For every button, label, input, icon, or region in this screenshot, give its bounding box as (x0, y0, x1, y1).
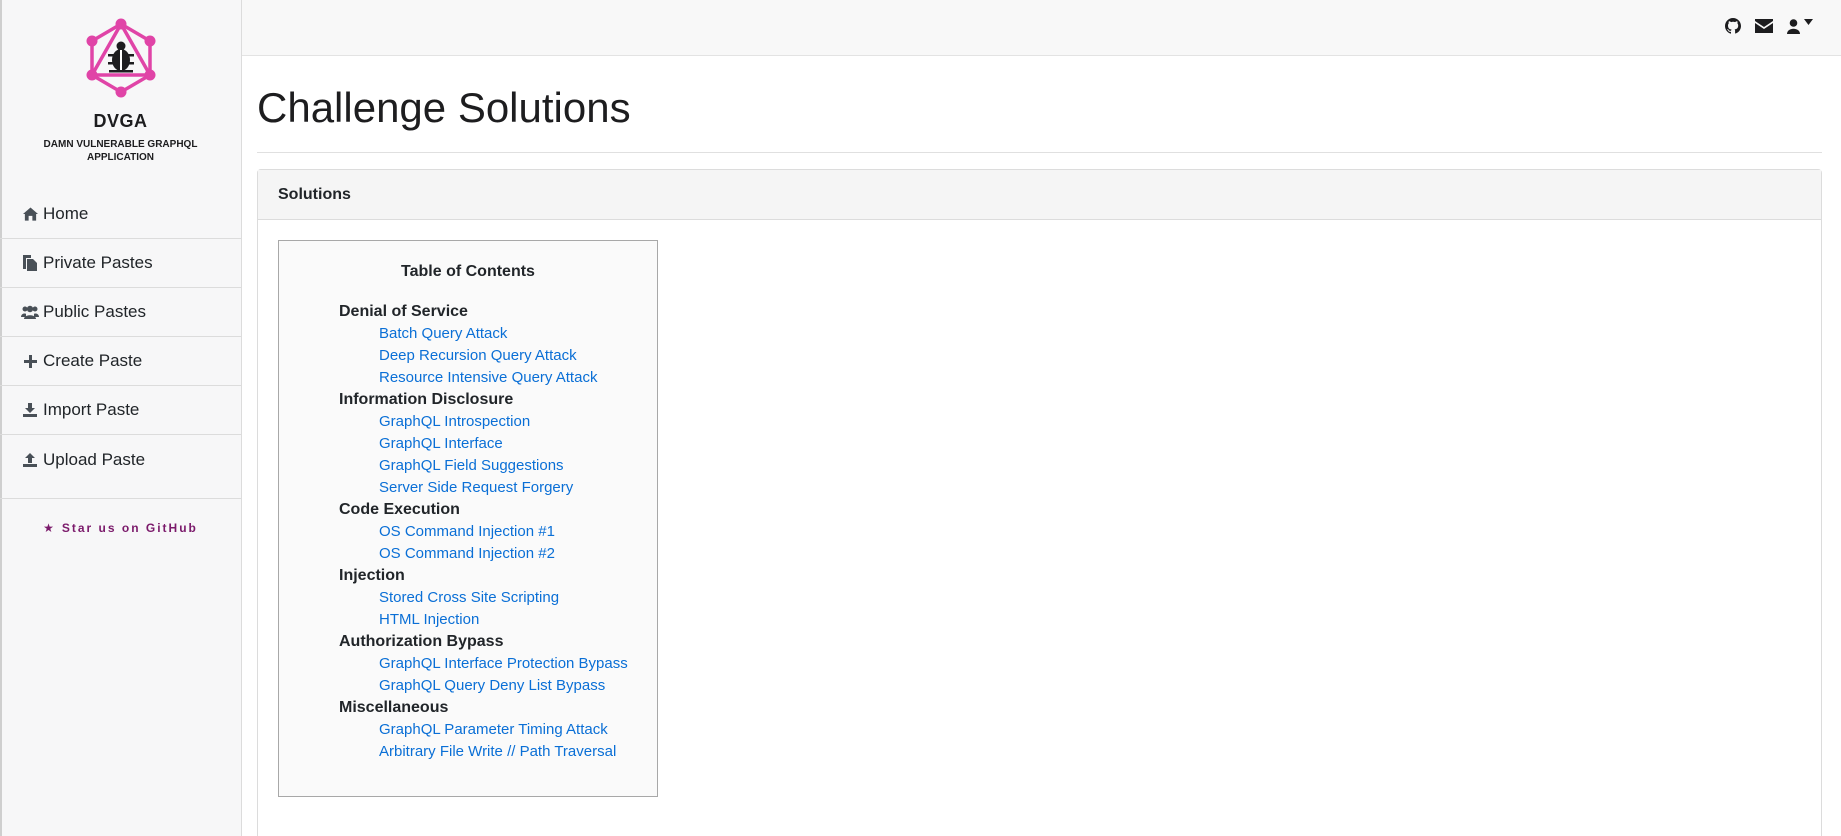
user-icon (1787, 18, 1800, 34)
toc-heading: Miscellaneous (339, 699, 449, 716)
sidebar-divider (0, 498, 241, 499)
page-title: Challenge Solutions (257, 84, 631, 131)
toc-heading: Authorization Bypass (339, 633, 504, 650)
toc-link-os-command-injection-1[interactable]: OS Command Injection #1 (339, 521, 657, 543)
sidebar-item-home[interactable]: Home (0, 190, 241, 239)
card-header: Solutions (258, 170, 1821, 220)
sidebar-item-private-pastes[interactable]: Private Pastes (0, 239, 241, 288)
toc-heading: Injection (339, 567, 405, 584)
star-github-label: Star us on GitHub (61, 521, 198, 535)
star-icon: ★ (43, 521, 56, 535)
toc-link-query-deny-list-bypass[interactable]: GraphQL Query Deny List Bypass (339, 675, 657, 697)
toc-link-server-side-request-forgery[interactable]: Server Side Request Forgery (339, 477, 657, 499)
toc-link-stored-xss[interactable]: Stored Cross Site Scripting (339, 587, 657, 609)
envelope-icon[interactable] (1755, 19, 1773, 33)
topbar-icons (1725, 18, 1813, 34)
sidebar-item-create-paste[interactable]: Create Paste (0, 337, 241, 386)
topbar (242, 0, 1841, 56)
solutions-card: Solutions Table of Contents Denial of Se… (257, 169, 1822, 836)
toc-link-os-command-injection-2[interactable]: OS Command Injection #2 (339, 543, 657, 565)
toc-link-deep-recursion-query-attack[interactable]: Deep Recursion Query Attack (339, 345, 657, 367)
brand: DVGA DAMN VULNERABLE GRAPHQL APPLICATION (0, 0, 241, 190)
toc-heading: Denial of Service (339, 303, 468, 320)
brand-name: DVGA (93, 111, 148, 131)
toc-section-denial-of-service: Denial of Service Batch Query Attack Dee… (279, 301, 657, 389)
github-icon[interactable] (1725, 18, 1741, 34)
sidebar-item-label: Upload Paste (43, 449, 146, 469)
sidebar-item-label: Home (43, 204, 89, 223)
user-menu-toggle[interactable] (1787, 18, 1813, 34)
toc-title: Table of Contents (401, 263, 535, 280)
toc-link-graphql-introspection[interactable]: GraphQL Introspection (339, 411, 657, 433)
users-icon (21, 305, 39, 319)
table-of-contents: Table of Contents Denial of Service Batc… (278, 240, 658, 797)
toc-link-graphql-interface[interactable]: GraphQL Interface (339, 433, 657, 455)
toc-heading: Code Execution (339, 501, 460, 518)
title-divider (257, 152, 1822, 153)
sidebar-item-label: Public Pastes (43, 302, 146, 321)
toc-link-graphql-field-suggestions[interactable]: GraphQL Field Suggestions (339, 455, 657, 477)
star-github-link[interactable]: ★ Star us on GitHub (0, 521, 241, 535)
toc-section-authorization-bypass: Authorization Bypass GraphQL Interface P… (279, 631, 657, 697)
upload-icon (21, 452, 39, 467)
toc-link-arbitrary-file-write[interactable]: Arbitrary File Write // Path Traversal (339, 741, 657, 763)
home-icon (21, 207, 39, 221)
toc-link-html-injection[interactable]: HTML Injection (339, 609, 657, 631)
sidebar: DVGA DAMN VULNERABLE GRAPHQL APPLICATION… (0, 0, 242, 836)
sidebar-item-public-pastes[interactable]: Public Pastes (0, 288, 241, 337)
toc-heading: Information Disclosure (339, 391, 514, 408)
toc-link-batch-query-attack[interactable]: Batch Query Attack (339, 323, 657, 345)
sidebar-item-upload-paste[interactable]: Upload Paste (0, 435, 241, 484)
toc-section-injection: Injection Stored Cross Site Scripting HT… (279, 565, 657, 631)
sidebar-item-label: Private Pastes (43, 253, 153, 272)
sidebar-nav: Home Private Pastes Public Pastes Create… (0, 190, 241, 484)
toc-link-parameter-timing-attack[interactable]: GraphQL Parameter Timing Attack (339, 719, 657, 741)
sidebar-item-label: Import Paste (43, 400, 140, 419)
toc-section-code-execution: Code Execution OS Command Injection #1 O… (279, 499, 657, 565)
toc-link-interface-protection-bypass[interactable]: GraphQL Interface Protection Bypass (339, 653, 657, 675)
main-content: Challenge Solutions Solutions Table of C… (257, 56, 1822, 836)
sidebar-item-label: Create Paste (43, 351, 143, 370)
brand-subtitle: DAMN VULNERABLE GRAPHQL APPLICATION (43, 139, 198, 163)
dvga-logo-icon[interactable] (84, 18, 158, 98)
caret-down-icon (1804, 18, 1813, 34)
download-icon (21, 403, 39, 417)
toc-section-information-disclosure: Information Disclosure GraphQL Introspec… (279, 389, 657, 499)
plus-icon (21, 354, 39, 368)
app-root: DVGA DAMN VULNERABLE GRAPHQL APPLICATION… (0, 0, 1841, 836)
toc-section-miscellaneous: Miscellaneous GraphQL Parameter Timing A… (279, 697, 657, 763)
toc-link-resource-intensive-query-attack[interactable]: Resource Intensive Query Attack (339, 367, 657, 389)
copy-icon (21, 255, 39, 271)
sidebar-item-import-paste[interactable]: Import Paste (0, 386, 241, 435)
